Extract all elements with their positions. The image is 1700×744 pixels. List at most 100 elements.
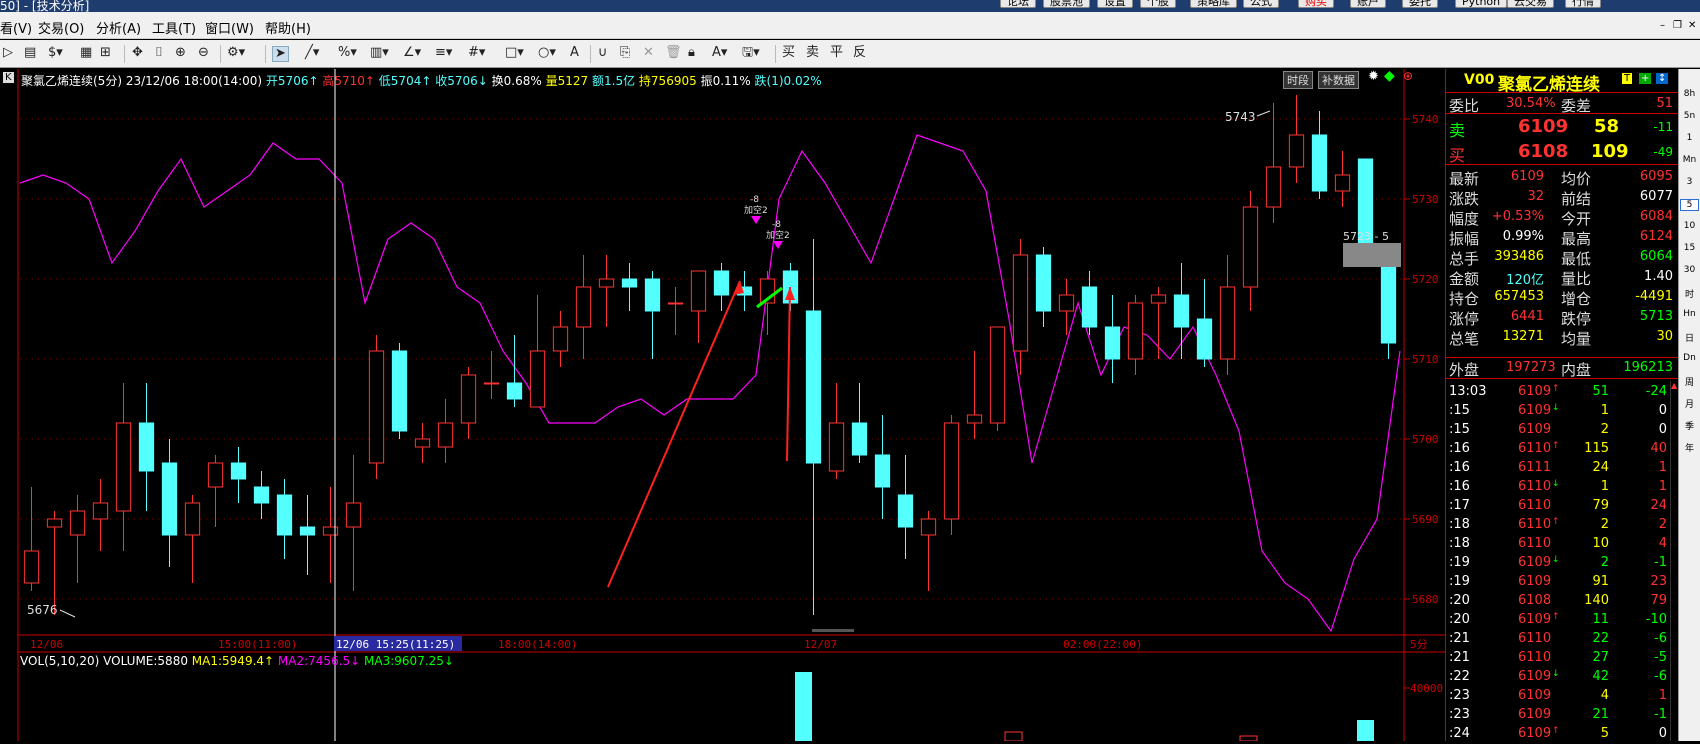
rect-icon[interactable]: □▾	[505, 46, 524, 60]
title-button-10[interactable]: 云交易	[1507, 0, 1554, 8]
menu-help[interactable]: 帮助(H)	[265, 18, 311, 37]
close-icon[interactable]: ✕	[1688, 20, 1696, 31]
cursor-icon[interactable]: ➤	[272, 46, 289, 62]
text-icon[interactable]: A	[570, 46, 579, 60]
title-bar: 50] - [技术分析] 论坛 股票池 设置 个股 策略库 公式 购买 账户 委托 Python 云…	[0, 0, 1700, 12]
percent-icon[interactable]: %▾	[338, 46, 357, 60]
candle-body	[1104, 326, 1121, 360]
period-3[interactable]: Mn	[1680, 155, 1699, 165]
title-button-0[interactable]: 论坛	[1000, 0, 1036, 8]
title-button-8[interactable]: 委托	[1402, 0, 1438, 8]
period-7[interactable]: 15	[1680, 243, 1699, 253]
scroll-up-icon[interactable]: ▲	[1671, 381, 1677, 390]
menu-tools[interactable]: 工具(T)	[152, 18, 196, 37]
signal1-text: 加空2	[744, 204, 768, 216]
gear-icon[interactable]: ⚙▾	[227, 46, 245, 60]
minimize-icon[interactable]: –	[1660, 20, 1665, 31]
angle-icon[interactable]: ∠▾	[403, 46, 421, 60]
period-0[interactable]: 8h	[1680, 89, 1699, 99]
title-button-1[interactable]: 股票池	[1043, 0, 1090, 8]
color-icon[interactable]: A▾	[712, 46, 727, 60]
kline-chart[interactable]: 574057305720571057005690568057435676-8加空…	[0, 69, 1445, 741]
candle-body	[138, 422, 155, 472]
timeseg-button[interactable]: 时段	[1283, 71, 1313, 89]
tick-delta: -6	[1654, 631, 1667, 646]
period-12[interactable]: Dn	[1680, 353, 1699, 363]
tick-row: :19 6109 91 23	[1446, 573, 1679, 592]
tick-volume: 91	[1592, 574, 1609, 589]
reverse-button[interactable]: 反	[853, 46, 866, 60]
copy-icon[interactable]: ⎘	[620, 46, 630, 60]
restore-icon[interactable]: ❐	[1673, 20, 1682, 31]
delete-icon[interactable]: ✕	[643, 46, 654, 60]
circle-icon[interactable]: ○▾	[538, 46, 556, 60]
hash-icon[interactable]: ⊞	[100, 46, 111, 60]
magnet-icon[interactable]: ∪	[598, 46, 608, 60]
tick-volume: 79	[1592, 498, 1609, 513]
tick-row: :23 6109 21 -1	[1446, 706, 1679, 725]
bars-icon[interactable]: ▥▾	[370, 46, 389, 60]
period-4[interactable]: 3	[1680, 177, 1699, 187]
period-14[interactable]: 月	[1680, 397, 1699, 410]
period-13[interactable]: 周	[1680, 375, 1699, 388]
tick-time: :20	[1449, 593, 1470, 608]
period-1[interactable]: 5n	[1680, 111, 1699, 121]
title-button-5[interactable]: 公式	[1243, 0, 1279, 8]
period-16[interactable]: 年	[1680, 441, 1699, 454]
period-6[interactable]: 10	[1680, 221, 1699, 231]
title-button-7[interactable]: 账户	[1350, 0, 1386, 8]
menu-trade[interactable]: 交易(O)	[38, 18, 84, 37]
save-icon[interactable]: 🖫▾	[742, 46, 760, 60]
title-button-6[interactable]: 购买	[1298, 0, 1334, 8]
sell-button[interactable]: 卖	[806, 46, 819, 60]
move-icon[interactable]: ✥	[132, 46, 143, 60]
trash-icon[interactable]: 🗑	[665, 46, 682, 60]
period-5[interactable]: 5	[1680, 199, 1699, 211]
dollar-icon[interactable]: $▾	[48, 46, 63, 60]
bracket-icon[interactable]: ⌷	[155, 46, 163, 60]
calc-icon[interactable]: ▦	[80, 46, 92, 60]
stat-row: 最新 6109 均价 6095	[1446, 167, 1679, 188]
doc-icon[interactable]: ▤	[24, 46, 36, 60]
tick-row: 13:03 6109 ↑ 51 -24	[1446, 383, 1679, 402]
diamond-icon[interactable]: ◆	[1384, 68, 1395, 84]
tick-row: :15 6109 ↓ 1 0	[1446, 402, 1679, 421]
title-button-2[interactable]: 设置	[1097, 0, 1133, 8]
grid-icon[interactable]: #▾	[468, 46, 485, 60]
period-10[interactable]: Hn	[1680, 309, 1699, 319]
supplement-data-button[interactable]: 补数据	[1318, 71, 1359, 89]
tick-scrollbar[interactable]: ▲	[1670, 381, 1678, 741]
tick-price: 6109	[1518, 555, 1552, 570]
t-icon[interactable]: T	[1622, 73, 1633, 84]
play-icon[interactable]: ▷	[3, 46, 13, 60]
zoom-in-icon[interactable]: ⊕	[175, 46, 186, 60]
hbars-icon[interactable]: ≡▾	[435, 46, 452, 60]
arrow-icon[interactable]: ↕	[1656, 73, 1669, 84]
period-9[interactable]: 时	[1680, 287, 1699, 300]
lock-icon[interactable]: 🔒︎	[688, 46, 695, 60]
kline-chart-area[interactable]: 5740 5730 5720 5710 5700 5690 5680 5743 5676 -8 加空…	[0, 68, 1445, 741]
pin-icon[interactable]: ⊕	[1403, 69, 1413, 83]
menu-window[interactable]: 窗口(W)	[205, 18, 254, 37]
plus-icon[interactable]: +	[1639, 73, 1652, 84]
title-button-3[interactable]: 个股	[1140, 0, 1176, 8]
scroll-thumb	[812, 629, 854, 632]
stat-label: 量比	[1561, 270, 1592, 288]
menu-analysis[interactable]: 分析(A)	[96, 18, 141, 37]
period-11[interactable]: 日	[1680, 331, 1699, 344]
period-15[interactable]: 季	[1680, 419, 1699, 432]
candle-body	[1127, 302, 1144, 360]
title-button-11[interactable]: 行情	[1565, 0, 1601, 8]
flat-button[interactable]: 平	[830, 46, 843, 60]
tick-price: 6109	[1518, 726, 1552, 741]
title-button-4[interactable]: 策略库	[1190, 0, 1237, 8]
line-icon[interactable]: ╱▾	[305, 46, 319, 60]
period-8[interactable]: 30	[1680, 265, 1699, 275]
candle-body	[161, 462, 178, 536]
settings-icon[interactable]: ✹	[1368, 69, 1379, 84]
title-button-9[interactable]: Python	[1455, 0, 1508, 8]
zoom-out-icon[interactable]: ⊖	[198, 46, 209, 60]
buy-button[interactable]: 买	[782, 46, 795, 60]
period-2[interactable]: 1	[1680, 133, 1699, 143]
menu-view[interactable]: 看(V)	[0, 18, 32, 37]
